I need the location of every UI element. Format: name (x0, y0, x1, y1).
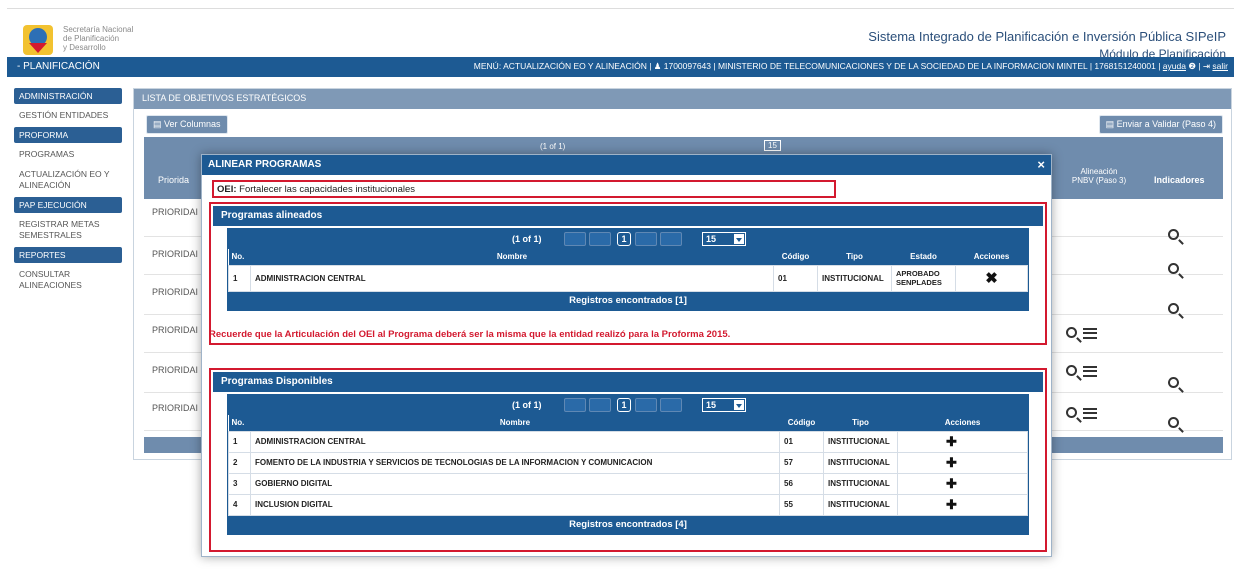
aligned-programs-box: Programas alineados (1 of 1) 1 15 No. No… (209, 202, 1047, 345)
help-link[interactable]: ayuda (1163, 61, 1186, 71)
logo-text: Secretaría Nacional de Planificación y D… (63, 25, 134, 52)
search-icon[interactable] (1168, 303, 1184, 319)
sidebar-head-reportes[interactable]: REPORTES (14, 247, 122, 263)
add-icon[interactable]: ✚ (946, 497, 957, 512)
table-row: 3 GOBIERNO DIGITAL 56 INSTITUCIONAL ✚ (228, 472, 1028, 495)
search-icon[interactable] (1066, 407, 1082, 423)
modal-title: ALINEAR PROGRAMAS × (202, 155, 1051, 175)
senplades-logo (23, 25, 53, 55)
page-size-select[interactable]: 15 (702, 398, 746, 412)
aligned-programs-title: Programas alineados (213, 206, 1043, 226)
oei-label: OEI: Fortalecer las capacidades instituc… (212, 180, 836, 198)
available-programs-box: Programas Disponibles (1 of 1) 1 15 No. … (209, 368, 1047, 552)
next-page-button[interactable] (635, 232, 657, 246)
exit-link[interactable]: salir (1212, 61, 1228, 71)
table-row: 4 INCLUSION DIGITAL 55 INSTITUCIONAL ✚ (228, 493, 1028, 516)
warning-text: Recuerde que la Articulación del OEI al … (209, 329, 731, 340)
aligned-table: No. Nombre Código Tipo Estado Acciones 1… (228, 249, 1028, 292)
aligned-footer: Registros encontrados [1] (228, 291, 1028, 310)
search-icon[interactable] (1066, 327, 1082, 343)
top-nav-bar: - PLANIFICACIÓN MENÚ: ACTUALIZACIÓN EO Y… (7, 57, 1234, 77)
remove-icon[interactable]: ✖ (985, 270, 998, 287)
page-size-select[interactable]: 15 (702, 232, 746, 246)
list-icon[interactable] (1083, 408, 1097, 419)
sidebar-item-actualizacion[interactable]: ACTUALIZACIÓN EO Y ALINEACIÓN (14, 166, 122, 194)
first-page-button[interactable] (564, 398, 586, 412)
main-panel-title: LISTA DE OBJETIVOS ESTRATÉGICOS (134, 89, 1231, 109)
sidebar-head-pap[interactable]: PAP EJECUCIÓN (14, 197, 122, 213)
table-row: 2 FOMENTO DE LA INDUSTRIA Y SERVICIOS DE… (228, 451, 1028, 474)
help-icon: ❷ (1188, 61, 1196, 71)
add-icon[interactable]: ✚ (946, 476, 957, 491)
app-header: Secretaría Nacional de Planificación y D… (7, 8, 1234, 62)
list-icon[interactable] (1083, 328, 1097, 339)
table-row: 1 ADMINISTRACION CENTRAL 01 INSTITUCIONA… (228, 264, 1028, 292)
sidebar-item-consultar[interactable]: CONSULTAR ALINEACIONES (14, 266, 122, 294)
add-icon[interactable]: ✚ (946, 434, 957, 449)
search-icon[interactable] (1066, 365, 1082, 381)
send-icon: ▤ (1105, 119, 1117, 129)
session-info: MENÚ: ACTUALIZACIÓN EO Y ALINEACIÓN | ♟ … (473, 61, 1228, 71)
sidebar-head-administracion[interactable]: ADMINISTRACIÓN (14, 88, 122, 104)
available-pager: (1 of 1) 1 15 (228, 395, 1028, 415)
last-page-button[interactable] (660, 398, 682, 412)
sidebar: ADMINISTRACIÓN GESTIÓN ENTIDADES PROFORM… (14, 88, 122, 297)
columns-icon: ▤ (153, 119, 165, 129)
page-1-button[interactable]: 1 (617, 232, 631, 246)
aligned-pager: (1 of 1) 1 15 (228, 229, 1028, 249)
prev-page-button[interactable] (589, 232, 611, 246)
exit-icon: ⇥ (1202, 61, 1211, 71)
search-icon[interactable] (1168, 229, 1184, 245)
table-row: 1 ADMINISTRACION CENTRAL 01 INSTITUCIONA… (228, 430, 1028, 453)
next-page-button[interactable] (635, 398, 657, 412)
add-icon[interactable]: ✚ (946, 455, 957, 470)
system-title: Sistema Integrado de Planificación e Inv… (868, 29, 1226, 44)
sidebar-head-proforma[interactable]: PROFORMA (14, 127, 122, 143)
main-page-size[interactable]: 15 (764, 140, 781, 151)
page-1-button[interactable]: 1 (617, 398, 631, 412)
search-icon[interactable] (1168, 263, 1184, 279)
search-icon[interactable] (1168, 377, 1184, 393)
sidebar-item-registrar-metas[interactable]: REGISTRAR METAS SEMESTRALES (14, 216, 122, 244)
close-icon[interactable]: × (1037, 157, 1045, 172)
prev-page-button[interactable] (589, 398, 611, 412)
available-programs-title: Programas Disponibles (213, 372, 1043, 392)
list-icon[interactable] (1083, 366, 1097, 377)
section-label[interactable]: - PLANIFICACIÓN (17, 61, 100, 72)
aligned-programs-grid: (1 of 1) 1 15 No. Nombre Código Tipo Est… (227, 228, 1029, 311)
available-programs-grid: (1 of 1) 1 15 No. Nombre Código Tipo Acc… (227, 394, 1029, 535)
alinear-programas-modal: ALINEAR PROGRAMAS × OEI: Fortalecer las … (201, 154, 1052, 557)
search-icon[interactable] (1168, 417, 1184, 433)
last-page-button[interactable] (660, 232, 682, 246)
ver-columnas-button[interactable]: ▤ Ver Columnas (146, 115, 228, 134)
available-table: No. Nombre Código Tipo Acciones 1 ADMINI… (228, 415, 1028, 516)
enviar-validar-button[interactable]: ▤ Enviar a Validar (Paso 4) (1098, 115, 1223, 134)
sidebar-item-programas[interactable]: PROGRAMAS (14, 146, 122, 163)
available-footer: Registros encontrados [4] (228, 515, 1028, 534)
sidebar-item-gestion-entidades[interactable]: GESTIÓN ENTIDADES (14, 107, 122, 124)
first-page-button[interactable] (564, 232, 586, 246)
